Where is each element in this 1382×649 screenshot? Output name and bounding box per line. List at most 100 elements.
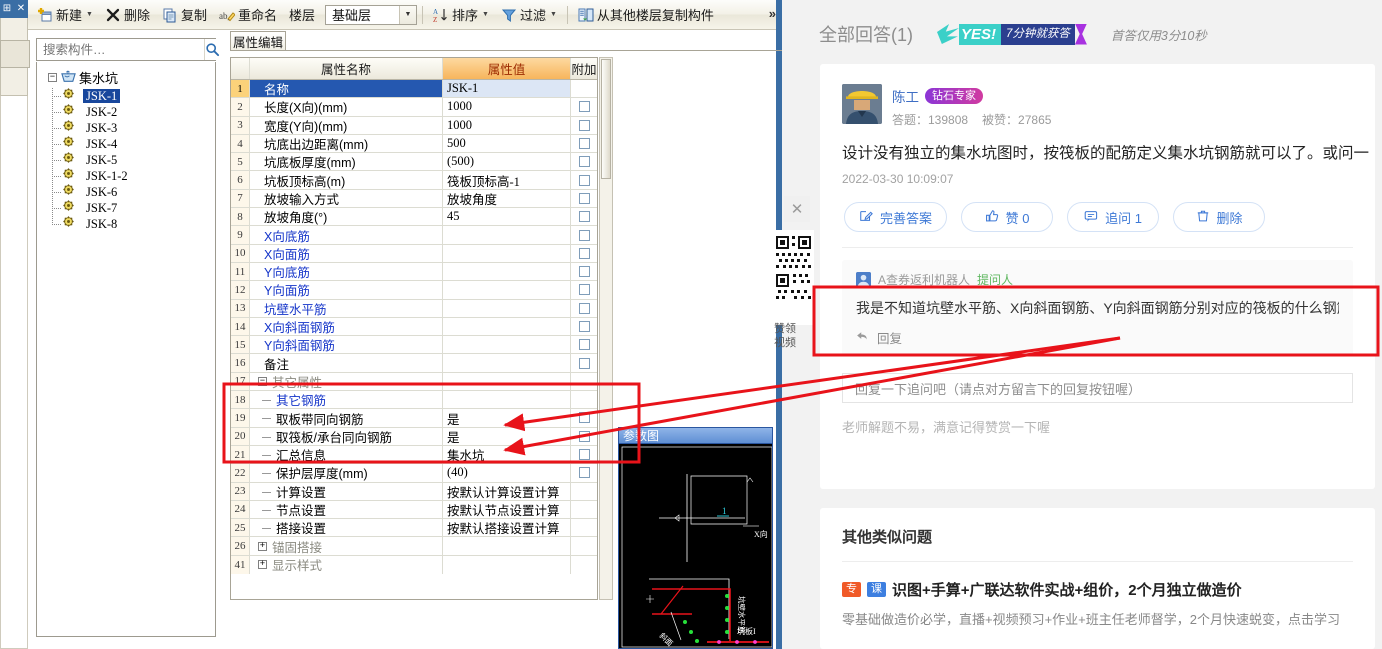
row-expander-icon[interactable]: −	[258, 376, 267, 386]
row-value-cell[interactable]: JSK-1	[443, 80, 571, 98]
row-checkbox[interactable]	[578, 156, 590, 168]
row-checkbox[interactable]	[578, 229, 590, 241]
table-row[interactable]: 41 + 显示样式	[231, 555, 597, 575]
new-button[interactable]: 新建 ▼	[32, 2, 98, 27]
row-value-cell[interactable]: 45	[443, 208, 571, 226]
table-row[interactable]: 11 Y向底筋	[231, 262, 597, 282]
tree-node-jsk-2[interactable]: JSK-2	[52, 104, 215, 120]
pin-icon[interactable]: ⊞	[3, 4, 11, 14]
table-row[interactable]: 1 名称 JSK-1	[231, 80, 597, 99]
table-row[interactable]: 4 坑底出边距离(mm) 500	[231, 134, 597, 154]
delete-answer-button[interactable]: 删除	[1173, 202, 1266, 233]
search-button[interactable]	[204, 39, 221, 60]
row-checkbox[interactable]	[578, 266, 590, 278]
row-value-cell[interactable]: 集水坑	[443, 445, 571, 464]
table-row[interactable]: 5 坑底板厚度(mm) (500)	[231, 153, 597, 172]
row-value-cell[interactable]	[443, 299, 571, 317]
table-row[interactable]: 3 宽度(Y向)(mm) 1000	[231, 116, 597, 135]
row-expander-icon[interactable]: +	[258, 541, 267, 551]
improve-answer-button[interactable]: 完善答案	[844, 202, 948, 233]
row-value-cell[interactable]	[443, 317, 571, 336]
table-row[interactable]: 2 长度(X向)(mm) 1000	[231, 98, 597, 117]
row-value-cell[interactable]: 1000	[443, 116, 571, 134]
followup-reply-button[interactable]: 回复	[856, 328, 1339, 347]
sort-button[interactable]: A Z 排序 ▼	[428, 2, 494, 27]
copy-from-other-floor-button[interactable]: 从其他楼层复制构件	[573, 2, 719, 27]
row-value-cell[interactable]	[443, 244, 571, 262]
row-checkbox[interactable]	[578, 247, 590, 259]
tree-node-jsk-6[interactable]: JSK-6	[52, 184, 215, 200]
table-row[interactable]: 13 坑壁水平筋	[231, 299, 597, 318]
tab-property-edit[interactable]: 属性编辑	[230, 31, 286, 50]
row-checkbox[interactable]	[578, 211, 590, 223]
tree-node-jsk-1[interactable]: JSK-1	[52, 88, 215, 104]
tree-node-jsk-5[interactable]: JSK-5	[52, 152, 215, 168]
chevron-down-icon[interactable]: ▼	[399, 5, 417, 24]
row-value-cell[interactable]: 筏板顶标高-1	[443, 171, 571, 189]
table-row[interactable]: 8 放坡角度(°) 45	[231, 208, 597, 227]
property-grid-scrollbar[interactable]	[599, 57, 613, 600]
toolbar-overflow-button[interactable]: »	[769, 6, 776, 21]
row-checkbox[interactable]	[578, 192, 590, 204]
like-button[interactable]: 赞 0	[961, 202, 1054, 233]
row-checkbox[interactable]	[578, 467, 590, 479]
row-value-cell[interactable]: 1000	[443, 98, 571, 116]
row-checkbox[interactable]	[578, 430, 590, 442]
table-row[interactable]: 21 汇总信息 集水坑	[231, 445, 597, 465]
tree-node-jsk-1-2[interactable]: JSK-1-2	[52, 168, 215, 184]
followup-author-name[interactable]: A查券返利机器人	[878, 271, 970, 288]
avatar[interactable]	[856, 272, 871, 288]
table-row[interactable]: 12 Y向面筋	[231, 281, 597, 300]
table-row[interactable]: 17− 其它属性	[231, 372, 597, 392]
row-value-cell[interactable]: 按默认搭接设置计算	[443, 519, 571, 537]
row-expander-icon[interactable]: +	[258, 560, 267, 570]
floor-select[interactable]: 基础层 ▼	[325, 4, 418, 25]
table-row[interactable]: 24 节点设置 按默认节点设置计算	[231, 500, 597, 520]
search-input[interactable]	[37, 39, 204, 60]
similar-item-headline[interactable]: 识图+手算+广联达软件实战+组价，2个月独立做造价	[892, 579, 1242, 600]
row-value-cell[interactable]	[443, 226, 571, 244]
table-row[interactable]: 25 搭接设置 按默认搭接设置计算	[231, 519, 597, 538]
row-checkbox[interactable]	[578, 302, 590, 314]
table-row[interactable]: 10 X向面筋	[231, 244, 597, 263]
table-row[interactable]: 26 + 锚固搭接	[231, 537, 597, 556]
row-value-cell[interactable]	[443, 354, 571, 372]
row-value-cell[interactable]: 按默认计算设置计算	[443, 482, 571, 500]
rename-button[interactable]: ab 重命名	[214, 2, 282, 27]
copy-button[interactable]: 复制	[157, 2, 212, 27]
row-checkbox[interactable]	[578, 119, 590, 131]
filter-button[interactable]: 过滤 ▼	[496, 2, 562, 27]
row-value-cell[interactable]	[443, 281, 571, 299]
reply-input[interactable]: 回复一下追问吧（请点对方留言下的回复按钮喔）	[842, 373, 1353, 404]
close-icon[interactable]: ✕	[784, 196, 810, 222]
row-value-cell[interactable]: 是	[443, 409, 571, 427]
row-value-cell[interactable]	[443, 391, 571, 409]
row-value-cell[interactable]: (40)	[443, 464, 571, 482]
tree-node-jsk-3[interactable]: JSK-3	[52, 120, 215, 136]
close-icon[interactable]: ✕	[17, 4, 25, 14]
row-checkbox[interactable]	[578, 174, 590, 186]
table-row[interactable]: 20 取筏板/承台同向钢筋 是	[231, 427, 597, 446]
row-checkbox[interactable]	[578, 138, 590, 150]
table-row[interactable]: 22 保护层厚度(mm) (40)	[231, 464, 597, 483]
table-row[interactable]: 6 坑板顶标高(m) 筏板顶标高-1	[231, 171, 597, 190]
row-checkbox[interactable]	[578, 412, 590, 424]
row-value-cell[interactable]	[443, 262, 571, 281]
table-row[interactable]: 16 备注	[231, 354, 597, 373]
row-value-cell[interactable]	[443, 537, 571, 555]
list-item[interactable]: 专 课 识图+手算+广联达软件实战+组价，2个月独立做造价 零基础做造价必学，直…	[820, 562, 1375, 628]
row-value-cell[interactable]: (500)	[443, 153, 571, 171]
left-docked-panel-tab[interactable]	[0, 40, 30, 68]
avatar[interactable]	[842, 84, 882, 124]
scrollbar-thumb[interactable]	[601, 59, 611, 179]
row-value-cell[interactable]	[443, 372, 571, 391]
panel-pin-strip[interactable]: ⊞ ✕	[0, 0, 28, 18]
table-row[interactable]: 19 取板带同向钢筋 是	[231, 409, 597, 428]
table-row[interactable]: 7 放坡输入方式 放坡角度	[231, 189, 597, 209]
table-row[interactable]: 14 X向斜面钢筋	[231, 317, 597, 337]
parameter-drawing-canvas[interactable]: 1 X向 坑壁水平筋 坑板I 斜面	[619, 444, 772, 648]
row-value-cell[interactable]: 500	[443, 134, 571, 153]
qr-code-icon[interactable]	[774, 230, 814, 325]
row-value-cell[interactable]	[443, 336, 571, 354]
table-row[interactable]: 23 计算设置 按默认计算设置计算	[231, 482, 597, 501]
